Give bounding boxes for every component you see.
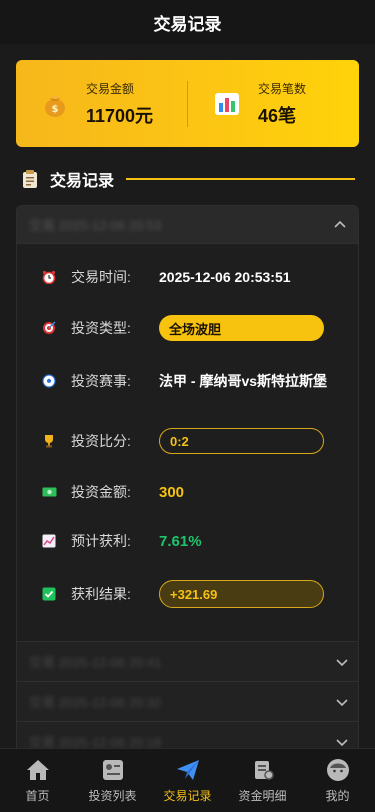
clipboard-icon bbox=[23, 170, 37, 188]
detail-label: 投资金额: bbox=[71, 484, 131, 500]
tab-profile[interactable]: 我的 bbox=[300, 749, 375, 812]
target-icon bbox=[41, 320, 57, 336]
collapsed-record[interactable]: 交易 2025-12-06 20:41 bbox=[17, 641, 358, 681]
bar-chart-icon bbox=[210, 87, 244, 121]
list-icon bbox=[100, 757, 126, 783]
tab-label: 首页 bbox=[25, 789, 50, 803]
trade-time-value: 2025-12-06 20:53:51 bbox=[159, 269, 291, 285]
summary-card: $ 交易金额 11700元 交易笔数 46笔 bbox=[16, 60, 359, 147]
investment-type-badge: 全场波胆 bbox=[159, 315, 324, 341]
detail-label: 投资赛事: bbox=[71, 373, 131, 389]
record-header-text: 交易 2025-12-06 20:53 bbox=[29, 218, 162, 233]
detail-row-score: 投资比分: 0:2 bbox=[41, 427, 338, 455]
tab-label: 投资列表 bbox=[88, 789, 137, 803]
detail-label: 投资类型: bbox=[71, 320, 131, 336]
investment-amount-value: 300 bbox=[159, 483, 185, 501]
check-box-icon bbox=[41, 586, 57, 602]
count-value: 46笔 bbox=[258, 105, 297, 126]
detail-row-expected: 预计获利: 7.61% bbox=[41, 527, 338, 555]
amount-value: 11700元 bbox=[86, 105, 154, 126]
detail-label: 获利结果: bbox=[71, 586, 131, 602]
match-value: 法甲 - 摩纳哥vs斯特拉斯堡 bbox=[159, 372, 328, 389]
money-bag-icon: $ bbox=[38, 87, 72, 121]
section-title-line bbox=[126, 178, 355, 180]
expected-profit-value: 7.61% bbox=[159, 532, 202, 550]
page-title: 交易记录 bbox=[153, 14, 222, 34]
profile-icon bbox=[325, 757, 351, 783]
count-label: 交易笔数 bbox=[258, 81, 307, 96]
svg-text:$: $ bbox=[52, 104, 59, 115]
trend-chart-icon bbox=[41, 533, 57, 549]
soccer-ball-icon bbox=[41, 373, 57, 389]
chevron-up-icon[interactable] bbox=[334, 219, 346, 231]
collapsed-record[interactable]: 交易 2025-12-06 20:32 bbox=[17, 681, 358, 721]
section-title: 交易记录 bbox=[22, 166, 355, 192]
tab-fund-details[interactable]: 资金明细 bbox=[225, 749, 300, 812]
alarm-clock-icon bbox=[41, 269, 57, 285]
amount-label: 交易金额 bbox=[86, 81, 135, 96]
chevron-down-icon[interactable] bbox=[336, 696, 348, 708]
detail-row-result: 获利结果: +321.69 bbox=[41, 579, 338, 609]
detail-row-time: 交易时间: 2025-12-06 20:53:51 bbox=[41, 263, 338, 291]
trophy-icon bbox=[41, 433, 57, 449]
section-title-text: 交易记录 bbox=[50, 173, 115, 190]
tab-trade-records[interactable]: 交易记录 bbox=[150, 749, 225, 812]
collapsed-record-text: 交易 2025-12-06 20:32 bbox=[29, 695, 162, 710]
bottom-tab-bar: 首页 投资列表 交易记录 资金明细 我的 bbox=[0, 748, 375, 812]
summary-count: 交易笔数 46笔 bbox=[188, 60, 359, 147]
tab-home[interactable]: 首页 bbox=[0, 749, 75, 812]
detail-row-match: 投资赛事: 法甲 - 摩纳哥vs斯特拉斯堡 bbox=[41, 361, 338, 401]
chevron-down-icon[interactable] bbox=[336, 736, 348, 748]
page-header: 交易记录 bbox=[0, 0, 375, 44]
detail-label: 交易时间: bbox=[71, 269, 131, 285]
document-icon bbox=[250, 757, 276, 783]
tab-label: 我的 bbox=[325, 789, 350, 803]
summary-amount: $ 交易金额 11700元 bbox=[16, 60, 187, 147]
tab-label: 交易记录 bbox=[163, 789, 212, 803]
chevron-down-icon[interactable] bbox=[336, 656, 348, 668]
cash-icon bbox=[41, 484, 57, 500]
home-icon bbox=[25, 757, 51, 783]
score-badge: 0:2 bbox=[159, 428, 324, 454]
detail-label: 预计获利: bbox=[71, 533, 131, 549]
profit-result-badge: +321.69 bbox=[159, 580, 324, 608]
record-header[interactable]: 交易 2025-12-06 20:53 bbox=[17, 206, 358, 244]
detail-row-amount: 投资金额: 300 bbox=[41, 478, 338, 506]
collapsed-record-text: 交易 2025-12-06 20:41 bbox=[29, 655, 162, 670]
paper-plane-icon bbox=[175, 757, 201, 783]
tab-label: 资金明细 bbox=[238, 789, 287, 803]
detail-label: 投资比分: bbox=[71, 433, 131, 449]
tab-investment-list[interactable]: 投资列表 bbox=[75, 749, 150, 812]
detail-row-type: 投资类型: 全场波胆 bbox=[41, 314, 338, 342]
record-details: 交易时间: 2025-12-06 20:53:51 投资类型: 全场波胆 投资赛… bbox=[17, 263, 358, 609]
records-panel: 交易 2025-12-06 20:53 交易时间: 2025-12-06 20:… bbox=[16, 205, 359, 812]
